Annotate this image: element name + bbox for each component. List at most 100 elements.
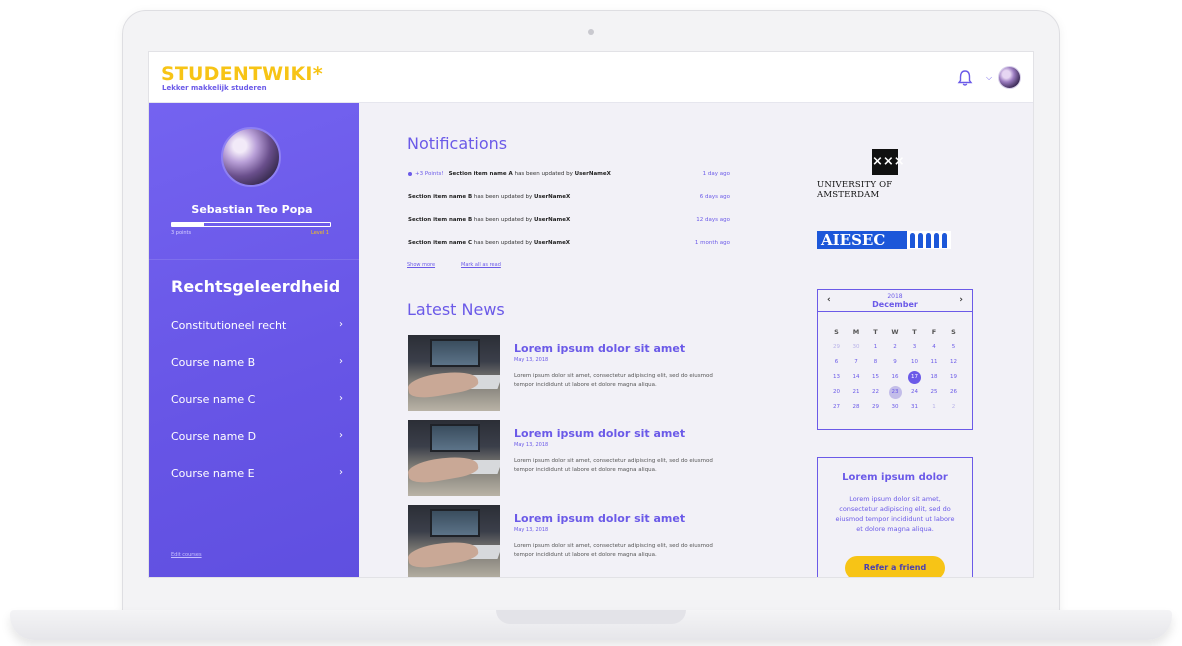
- calendar-weekday: S: [834, 328, 839, 336]
- calendar-day[interactable]: 30: [889, 401, 902, 414]
- news-title[interactable]: Lorem ipsum dolor sit amet: [514, 342, 685, 355]
- calendar-grid: S M T W T F S 29 30 1 2 3 4 5 6 7 8 9 10 11 12 13 14 15 16 17 18 19…: [827, 326, 965, 416]
- calendar-day[interactable]: 9: [889, 356, 902, 369]
- avatar[interactable]: [998, 66, 1021, 89]
- sidebar-item-course-2[interactable]: Course name B ›: [171, 356, 343, 376]
- news-date: May 13, 2018: [514, 527, 549, 533]
- uva-crest-icon: ⨯⨯⨯: [872, 149, 905, 175]
- notification-item-name: Section item name B: [408, 217, 473, 223]
- faculty-title: Rechtsgeleerdheid: [171, 277, 341, 296]
- calendar-day[interactable]: 7: [850, 356, 863, 369]
- notification-user: UserNameX: [574, 171, 611, 177]
- calendar-day-today[interactable]: 17: [908, 371, 921, 384]
- calendar-day[interactable]: 8: [869, 356, 882, 369]
- calendar-day[interactable]: 1: [928, 401, 941, 414]
- calendar-day[interactable]: 29: [869, 401, 882, 414]
- calendar-day[interactable]: 31: [908, 401, 921, 414]
- calendar-day[interactable]: 28: [850, 401, 863, 414]
- news-date: May 13, 2018: [514, 357, 549, 363]
- calendar-day[interactable]: 10: [908, 356, 921, 369]
- news-title[interactable]: Lorem ipsum dolor sit amet: [514, 512, 685, 525]
- calendar-header: ‹ 2018 December ›: [818, 290, 972, 312]
- level-progress-fill: [172, 223, 204, 226]
- calendar-day[interactable]: 3: [908, 341, 921, 354]
- calendar-day[interactable]: 18: [928, 371, 941, 384]
- sidebar-item-course-1[interactable]: Constitutioneel recht ›: [171, 319, 343, 339]
- refer-title: Lorem ipsum dolor: [842, 472, 948, 483]
- edit-courses-link[interactable]: Edit courses: [171, 552, 202, 558]
- calendar-day[interactable]: 25: [928, 386, 941, 399]
- calendar-day[interactable]: 19: [947, 371, 960, 384]
- calendar-day[interactable]: 12: [947, 356, 960, 369]
- calendar-day[interactable]: 11: [928, 356, 941, 369]
- sidebar-item-course-3[interactable]: Course name C ›: [171, 393, 343, 413]
- show-more-link[interactable]: Show more: [407, 262, 435, 268]
- calendar-weekday: T: [873, 328, 878, 336]
- notification-text: has been updated by: [514, 171, 573, 177]
- calendar-day[interactable]: 30: [850, 341, 863, 354]
- profile-avatar[interactable]: [221, 127, 281, 187]
- university-of-amsterdam-logo[interactable]: ⨯⨯⨯ UNIVERSITY OF AMSTERDAM: [817, 149, 957, 200]
- notification-user: UserNameX: [534, 194, 571, 200]
- calendar-widget: ‹ 2018 December › S M T W T F S 29 30 1 2 3 4 5 6 7 8 9 10…: [817, 289, 973, 430]
- calendar-day[interactable]: 24: [908, 386, 921, 399]
- calendar-day[interactable]: 1: [869, 341, 882, 354]
- calendar-year: 2018: [887, 293, 903, 300]
- sidebar: Sebastian Teo Popa 3 points Level 1 Rech…: [149, 103, 359, 577]
- calendar-day[interactable]: 15: [869, 371, 882, 384]
- thumbnail-laptop-screen: [430, 509, 480, 537]
- sidebar-divider: [149, 259, 359, 260]
- bell-icon[interactable]: [957, 69, 973, 87]
- calendar-day[interactable]: 26: [947, 386, 960, 399]
- top-bar: STUDENTWIKI* Lekker makkelijk studeren ⌵: [149, 52, 1033, 103]
- calendar-day[interactable]: 22: [869, 386, 882, 399]
- tagline: Lekker makkelijk studeren: [162, 84, 267, 92]
- laptop-notch: [496, 610, 686, 624]
- notification-text: has been updated by: [473, 194, 533, 200]
- calendar-day[interactable]: 27: [830, 401, 843, 414]
- refer-a-friend-button[interactable]: Refer a friend: [845, 556, 945, 577]
- calendar-weekday: F: [931, 328, 937, 336]
- calendar-day[interactable]: 6: [830, 356, 843, 369]
- calendar-day[interactable]: 21: [850, 386, 863, 399]
- notification-time: 6 days ago: [699, 194, 730, 200]
- calendar-day[interactable]: 2: [947, 401, 960, 414]
- thumbnail-hand: [408, 367, 480, 401]
- news-thumbnail[interactable]: [408, 335, 500, 411]
- mark-all-read-link[interactable]: Mark all as read: [461, 262, 501, 268]
- notification-item-name: Section item name C: [408, 240, 473, 246]
- calendar-day[interactable]: 20: [830, 386, 843, 399]
- course-label: Course name E: [171, 467, 255, 480]
- calendar-day[interactable]: 29: [830, 341, 843, 354]
- chevron-right-icon[interactable]: ›: [959, 295, 963, 305]
- notification-item[interactable]: Section item name B has been updated by …: [408, 194, 730, 206]
- sidebar-item-course-4[interactable]: Course name D ›: [171, 430, 343, 450]
- course-label: Constitutioneel recht: [171, 319, 287, 332]
- notification-user: UserNameX: [534, 217, 571, 223]
- notification-item[interactable]: Section item name B has been updated by …: [408, 217, 730, 229]
- calendar-day[interactable]: 13: [830, 371, 843, 384]
- logo[interactable]: STUDENTWIKI*: [161, 63, 323, 85]
- aiesec-figures-icon: [907, 231, 951, 249]
- calendar-day[interactable]: 14: [850, 371, 863, 384]
- calendar-day[interactable]: 4: [928, 341, 941, 354]
- level-label: Level 1: [311, 230, 329, 236]
- chevron-right-icon: ›: [339, 356, 343, 367]
- sidebar-item-course-5[interactable]: Course name E ›: [171, 467, 343, 487]
- news-thumbnail[interactable]: [408, 505, 500, 577]
- chevron-right-icon: ›: [339, 393, 343, 404]
- aiesec-logo[interactable]: AIESEC: [817, 231, 951, 249]
- calendar-day[interactable]: 16: [889, 371, 902, 384]
- news-thumbnail[interactable]: [408, 420, 500, 496]
- news-body: Lorem ipsum dolor sit amet, consectetur …: [514, 543, 713, 558]
- news-title[interactable]: Lorem ipsum dolor sit amet: [514, 427, 685, 440]
- level-progress-bar: [171, 222, 331, 227]
- calendar-day-marked[interactable]: 23: [888, 386, 902, 399]
- calendar-day[interactable]: 2: [889, 341, 902, 354]
- notification-item[interactable]: +3 Points! Section item name A has been u…: [408, 171, 730, 183]
- notification-user: UserNameX: [533, 240, 571, 246]
- notification-item[interactable]: Section item name C has been updated by …: [408, 240, 730, 252]
- calendar-day[interactable]: 5: [947, 341, 960, 354]
- thumbnail-laptop-screen: [430, 424, 480, 452]
- chevron-down-icon[interactable]: ⌵: [986, 73, 992, 83]
